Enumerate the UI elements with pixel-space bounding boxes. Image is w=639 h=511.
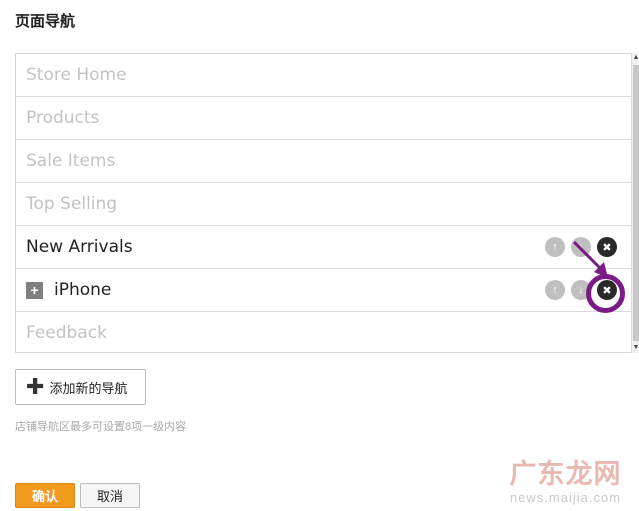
plus-icon: ✚: [26, 374, 45, 399]
nav-limit-hint: 店铺导航区最多可设置8项一级内容: [15, 421, 187, 433]
nav-list: Store Home Products Sale Items Top Selli…: [15, 53, 631, 353]
page-title: 页面导航: [15, 13, 76, 30]
nav-item-label: Feedback: [26, 323, 107, 343]
watermark-title: 广东龙网: [509, 459, 622, 489]
nav-item-label: Products: [26, 108, 100, 128]
move-up-icon[interactable]: ↑: [545, 280, 565, 300]
move-up-icon[interactable]: ↑: [545, 237, 565, 257]
nav-item-label: Top Selling: [26, 194, 118, 214]
expand-icon[interactable]: +: [26, 281, 43, 299]
add-nav-button-label: 添加新的导航: [49, 380, 128, 396]
nav-item-label: New Arrivals: [26, 237, 133, 257]
cancel-button[interactable]: 取消: [80, 483, 140, 508]
nav-item-store-home[interactable]: Store Home: [16, 54, 631, 97]
nav-item-label: iPhone: [54, 280, 112, 300]
nav-item-iphone[interactable]: + iPhone ↑ ↓ ✖: [16, 269, 631, 312]
watermark-logo: 广东龙网 news.maijia.com: [492, 460, 639, 505]
add-nav-button[interactable]: ✚ 添加新的导航: [15, 369, 146, 405]
watermark-url: news.maijia.com: [509, 490, 622, 505]
nav-item-products[interactable]: Products: [16, 97, 631, 140]
nav-item-new-arrivals[interactable]: New Arrivals ↑ ↓ ✖: [16, 226, 631, 269]
annotation-circle: [586, 274, 625, 313]
scrollbar[interactable]: ▲ ▼: [631, 53, 639, 353]
nav-item-feedback[interactable]: Feedback: [16, 312, 631, 352]
nav-item-label: Store Home: [26, 65, 127, 85]
scroll-thumb[interactable]: [633, 65, 639, 341]
nav-item-label: Sale Items: [26, 151, 116, 171]
scroll-down-arrow-icon[interactable]: ▼: [632, 343, 639, 353]
scroll-up-arrow-icon[interactable]: ▲: [632, 53, 639, 63]
nav-item-top-selling[interactable]: Top Selling: [16, 183, 631, 226]
confirm-button[interactable]: 确认: [15, 483, 75, 508]
nav-item-sale-items[interactable]: Sale Items: [16, 140, 631, 183]
